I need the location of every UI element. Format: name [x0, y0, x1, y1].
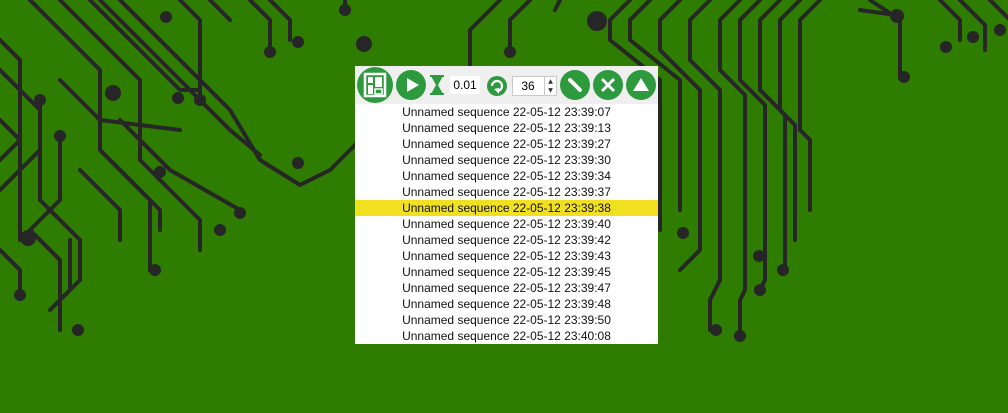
- spin-up-icon[interactable]: ▲: [545, 77, 556, 86]
- play-icon: [407, 78, 419, 92]
- delete-button[interactable]: [593, 70, 623, 100]
- sequence-list[interactable]: Unnamed sequence 22-05-12 23:39:07 Unname…: [355, 104, 658, 344]
- list-item[interactable]: Unnamed sequence 22-05-12 23:39:38: [355, 200, 658, 216]
- list-item[interactable]: Unnamed sequence 22-05-12 23:39:43: [355, 248, 658, 264]
- list-item[interactable]: Unnamed sequence 22-05-12 23:39:50: [355, 312, 658, 328]
- pencil-icon: [568, 78, 582, 92]
- list-item[interactable]: Unnamed sequence 22-05-12 23:40:08: [355, 328, 658, 344]
- list-item[interactable]: Unnamed sequence 22-05-12 23:39:13: [355, 120, 658, 136]
- move-up-button[interactable]: [626, 70, 656, 100]
- repeat-count-value[interactable]: 36: [513, 77, 543, 95]
- list-item[interactable]: Unnamed sequence 22-05-12 23:39:27: [355, 136, 658, 152]
- repeat-icon[interactable]: [486, 75, 508, 97]
- list-item[interactable]: Unnamed sequence 22-05-12 23:39:42: [355, 232, 658, 248]
- list-item[interactable]: Unnamed sequence 22-05-12 23:39:07: [355, 104, 658, 120]
- spin-buttons[interactable]: ▲ ▼: [544, 77, 556, 95]
- list-item[interactable]: Unnamed sequence 22-05-12 23:39:40: [355, 216, 658, 232]
- repeat-count-stepper[interactable]: 36 ▲ ▼: [512, 76, 557, 96]
- app-logo-icon[interactable]: [357, 67, 393, 103]
- list-item[interactable]: Unnamed sequence 22-05-12 23:39:48: [355, 296, 658, 312]
- spin-down-icon[interactable]: ▼: [545, 86, 556, 95]
- list-item[interactable]: Unnamed sequence 22-05-12 23:39:34: [355, 168, 658, 184]
- toolbar: 0.01 36 ▲ ▼: [355, 66, 658, 104]
- play-button[interactable]: [396, 70, 426, 100]
- list-item[interactable]: Unnamed sequence 22-05-12 23:39:47: [355, 280, 658, 296]
- hourglass-icon: [430, 75, 444, 95]
- list-item[interactable]: Unnamed sequence 22-05-12 23:39:45: [355, 264, 658, 280]
- list-item[interactable]: Unnamed sequence 22-05-12 23:39:30: [355, 152, 658, 168]
- list-item[interactable]: Unnamed sequence 22-05-12 23:39:37: [355, 184, 658, 200]
- interval-input[interactable]: 0.01: [450, 76, 480, 94]
- close-icon: [600, 77, 616, 93]
- triangle-up-icon: [633, 78, 649, 91]
- edit-button[interactable]: [560, 70, 590, 100]
- sequence-panel: 0.01 36 ▲ ▼ Unnamed sequence 22-05-12 23…: [355, 66, 658, 344]
